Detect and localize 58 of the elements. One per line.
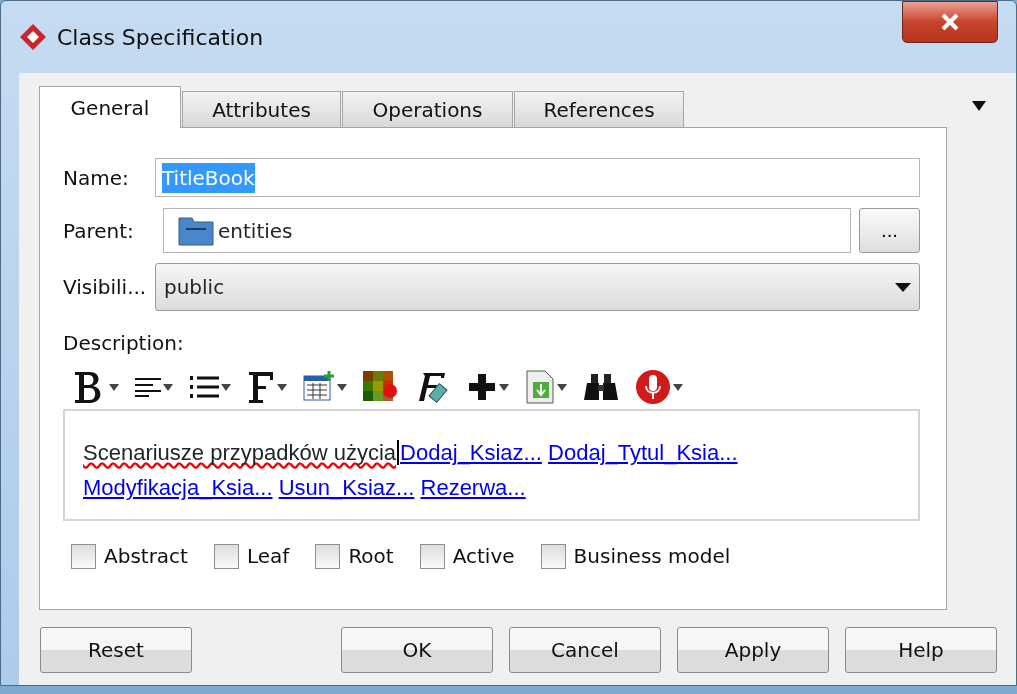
parent-value: entities <box>218 217 293 245</box>
link[interactable]: Rezerwa... <box>420 475 526 500</box>
checkbox[interactable] <box>71 543 96 569</box>
visibility-label: Visibili... <box>63 274 148 301</box>
close-icon <box>940 12 960 32</box>
checkbox[interactable] <box>315 543 341 569</box>
description-text: Scenariusze przypadków użycia Dodaj_Ksiaz... Dodaj_Tytul_Ksia... Modyfikacja_Ksia... Usun_Ksiaz... Rezerwa... <box>83 439 739 502</box>
visibility-dropdown[interactable]: public <box>155 263 920 311</box>
checkbox-label: Active <box>452 543 515 570</box>
dialog-button[interactable]: Cancel <box>509 627 661 673</box>
checkbox-label: Abstract <box>104 543 188 570</box>
parent-field[interactable]: entities <box>163 208 851 253</box>
dialog-button[interactable]: Reset <box>40 627 192 673</box>
link[interactable]: Usun_Ksiaz... <box>278 475 415 500</box>
checkbox[interactable] <box>540 543 566 569</box>
tab[interactable]: General <box>39 86 181 128</box>
browse-button[interactable]: ... <box>859 208 920 253</box>
checkbox-label: Business model <box>573 543 731 570</box>
caret-icon[interactable] <box>221 383 231 391</box>
caret-icon[interactable] <box>557 383 567 391</box>
folder-icon <box>178 215 214 246</box>
dialog-button[interactable]: Apply <box>677 627 829 673</box>
numbered-list-icon[interactable] <box>189 374 219 400</box>
caret-icon[interactable] <box>109 383 119 391</box>
caret-icon <box>895 282 911 292</box>
caret-icon[interactable] <box>673 383 683 391</box>
caret-icon[interactable] <box>499 383 509 391</box>
app-logo-icon <box>19 23 47 51</box>
caret-icon[interactable] <box>337 383 347 391</box>
caret-icon[interactable] <box>163 383 173 391</box>
checkbox[interactable] <box>213 543 239 569</box>
plus-icon[interactable] <box>467 372 497 402</box>
parent-label: Parent: <box>63 217 135 245</box>
description-editor[interactable]: Scenariusze przypadków użycia Dodaj_Ksiaz... Dodaj_Tytul_Ksia... Modyfikacja_Ksia... Usun_Ksiaz... Rezerwa... <box>63 409 920 521</box>
name-value: TitleBook <box>162 162 255 193</box>
caret-icon[interactable] <box>277 383 287 391</box>
checkbox-label: Leaf <box>246 543 290 570</box>
font-icon[interactable] <box>247 370 275 404</box>
link[interactable]: Modyfikacja_Ksia... <box>83 475 273 500</box>
dialog-button[interactable]: OK <box>341 627 493 673</box>
align-icon[interactable] <box>135 377 161 397</box>
link[interactable]: Dodaj_Tytul_Ksia... <box>548 440 738 465</box>
tab[interactable]: Operations <box>342 91 513 127</box>
link[interactable]: Dodaj_Ksiaz... <box>400 440 542 465</box>
tab[interactable]: References <box>514 91 684 127</box>
tab[interactable]: Attributes <box>182 91 341 127</box>
window-title: Class Specification <box>57 23 264 52</box>
name-label: Name: <box>63 164 130 192</box>
checkbox-label: Root <box>348 543 394 570</box>
microphone-icon[interactable] <box>635 369 671 405</box>
dialog-button[interactable]: Help <box>845 627 997 673</box>
close-button[interactable] <box>902 1 998 43</box>
dropdown-arrow-icon[interactable] <box>972 101 986 111</box>
description-label: Description: <box>63 330 184 357</box>
binoculars-icon[interactable] <box>583 373 619 401</box>
table-icon[interactable] <box>303 371 335 403</box>
checkbox[interactable] <box>419 543 445 569</box>
color-palette-icon[interactable] <box>363 371 399 403</box>
